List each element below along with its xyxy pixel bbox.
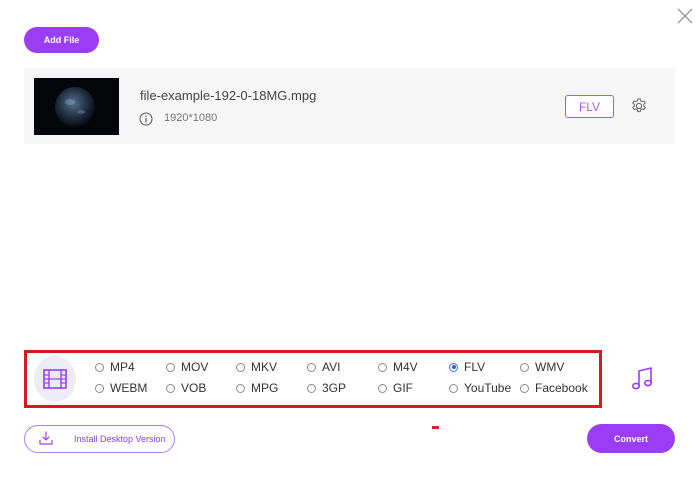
file-row: file-example-192-0-18MG.mpg 1920*1080 FL…	[24, 68, 675, 144]
convert-button[interactable]: Convert	[587, 424, 675, 453]
format-option-flv[interactable]: FLV	[449, 360, 485, 374]
output-format-button[interactable]: FLV	[565, 95, 614, 118]
radio-flv[interactable]	[449, 362, 458, 372]
close-icon	[677, 8, 693, 24]
file-resolution: 1920*1080	[164, 112, 218, 124]
install-desktop-label: Install Desktop Version	[74, 434, 166, 444]
format-option-youtube[interactable]: YouTube	[449, 381, 511, 395]
close-button[interactable]	[676, 7, 694, 25]
add-file-button[interactable]: Add File	[24, 27, 99, 53]
video-thumbnail	[34, 78, 119, 135]
red-dash-mark	[432, 426, 439, 429]
format-option-m4v[interactable]: M4V	[378, 360, 418, 374]
format-option-webm[interactable]: WEBM	[95, 381, 147, 395]
file-name: file-example-192-0-18MG.mpg	[140, 88, 317, 103]
format-option-facebook[interactable]: Facebook	[520, 381, 588, 395]
format-option-mov[interactable]: MOV	[166, 360, 208, 374]
install-desktop-button[interactable]: Install Desktop Version	[24, 425, 175, 453]
format-option-avi[interactable]: AVI	[307, 360, 340, 374]
format-highlight-box	[24, 350, 602, 408]
format-option-mp4[interactable]: MP4	[95, 360, 135, 374]
download-icon	[38, 430, 54, 446]
video-format-tab[interactable]	[34, 356, 76, 402]
radio-mp4[interactable]	[95, 362, 104, 372]
music-note-icon	[631, 367, 652, 390]
radio-gif[interactable]	[378, 383, 387, 393]
format-option-wmv[interactable]: WMV	[520, 360, 564, 374]
radio-m4v[interactable]	[378, 362, 387, 372]
radio-mpg[interactable]	[236, 383, 245, 393]
format-panel: MP4 MOV MKV AVI M4V FLV WMV WEBM VOB MPG…	[24, 350, 675, 408]
radio-3gp[interactable]	[307, 383, 316, 393]
radio-vob[interactable]	[166, 383, 175, 393]
audio-format-tab[interactable]	[608, 350, 675, 408]
radio-mov[interactable]	[166, 362, 175, 372]
radio-avi[interactable]	[307, 362, 316, 372]
gear-icon[interactable]	[630, 97, 648, 115]
radio-mkv[interactable]	[236, 362, 245, 372]
format-option-vob[interactable]: VOB	[166, 381, 206, 395]
format-option-gif[interactable]: GIF	[378, 381, 413, 395]
radio-webm[interactable]	[95, 383, 104, 393]
radio-wmv[interactable]	[520, 362, 529, 372]
radio-youtube[interactable]	[449, 383, 458, 393]
info-icon[interactable]	[139, 112, 153, 126]
format-option-mkv[interactable]: MKV	[236, 360, 277, 374]
film-icon	[43, 369, 67, 389]
format-option-3gp[interactable]: 3GP	[307, 381, 346, 395]
format-option-mpg[interactable]: MPG	[236, 381, 278, 395]
radio-facebook[interactable]	[520, 383, 529, 393]
